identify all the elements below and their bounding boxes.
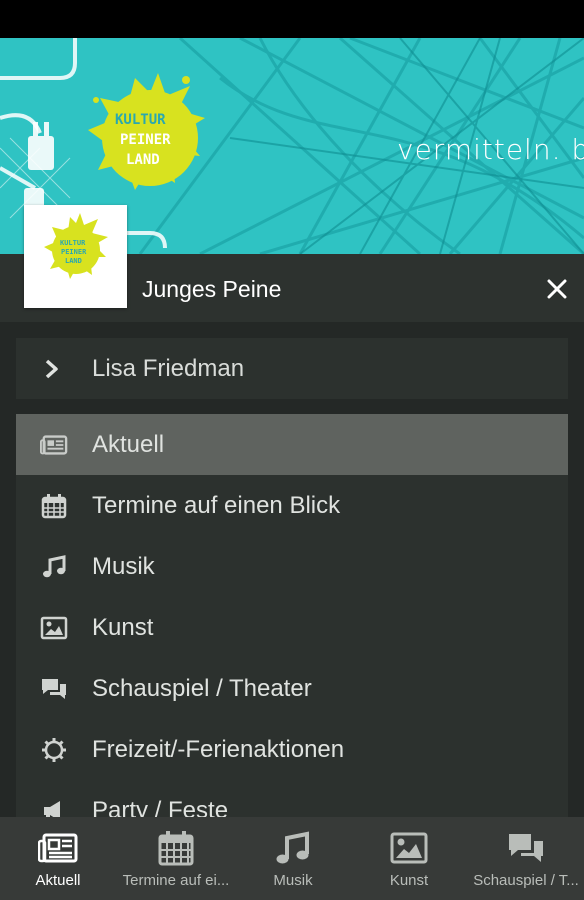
avatar: KULTUR PEINER LAND: [24, 205, 127, 308]
picture-icon: [40, 615, 68, 641]
menu-item-label: Schauspiel / Theater: [92, 675, 312, 702]
tab-label: Musik: [273, 872, 313, 889]
user-name: Lisa Friedman: [92, 355, 245, 382]
bottom-navigation: Aktuell Termine auf ei... Musik Kunst Sc…: [0, 817, 584, 900]
drawer-menu: Aktuell Termine auf einen Blick Musik Ku…: [16, 414, 568, 817]
tab-label: Termine auf ei...: [122, 872, 230, 889]
tab-termine[interactable]: Termine auf ei...: [116, 817, 236, 900]
menu-item-aktuell[interactable]: Aktuell: [16, 414, 568, 475]
logo-text-line3: LAND: [126, 152, 160, 168]
music-note-icon: [40, 554, 68, 580]
music-note-icon: [236, 829, 350, 867]
menu-item-label: Party / Feste: [92, 797, 229, 817]
chat-bubbles-icon: [40, 676, 68, 702]
tab-schauspiel[interactable]: Schauspiel / T...: [468, 817, 584, 900]
calendar-icon: [40, 493, 68, 519]
menu-item-musik[interactable]: Musik: [16, 536, 568, 597]
gear-icon: [40, 737, 68, 763]
tab-label: Schauspiel / T...: [473, 872, 579, 889]
menu-item-label: Kunst: [92, 614, 154, 641]
menu-item-kunst[interactable]: Kunst: [16, 597, 568, 658]
status-bar: [0, 0, 584, 38]
menu-item-freizeit[interactable]: Freizeit/-Ferienaktionen: [16, 719, 568, 780]
tab-aktuell[interactable]: Aktuell: [0, 817, 116, 900]
tab-label: Aktuell: [35, 872, 81, 889]
banner-slogan: vermitteln. b: [397, 133, 584, 166]
menu-item-label: Freizeit/-Ferienaktionen: [92, 736, 345, 763]
close-button[interactable]: [540, 272, 574, 306]
tab-musik[interactable]: Musik: [236, 817, 350, 900]
menu-item-party[interactable]: Party / Feste: [16, 780, 568, 817]
logo-text-line2: PEINER: [120, 132, 171, 148]
newspaper-icon: [0, 829, 116, 867]
menu-item-schauspiel[interactable]: Schauspiel / Theater: [16, 658, 568, 719]
tab-kunst[interactable]: Kunst: [350, 817, 468, 900]
calendar-icon: [116, 829, 236, 867]
newspaper-icon: [40, 432, 68, 458]
picture-icon: [350, 829, 468, 867]
user-account-row[interactable]: Lisa Friedman: [16, 338, 568, 399]
bullhorn-icon: [40, 798, 68, 817]
svg-text:LAND: LAND: [65, 257, 82, 265]
menu-item-label: Aktuell: [92, 431, 165, 458]
chat-bubbles-icon: [468, 829, 584, 867]
svg-text:KULTUR: KULTUR: [60, 239, 86, 247]
chevron-right-icon: [44, 359, 60, 384]
logo-text-line1: KULTUR: [115, 112, 166, 128]
menu-item-termine[interactable]: Termine auf einen Blick: [16, 475, 568, 536]
tab-label: Kunst: [389, 872, 429, 889]
menu-item-label: Musik: [92, 553, 155, 580]
close-icon: [547, 279, 567, 299]
page-title: Junges Peine: [142, 276, 282, 302]
menu-item-label: Termine auf einen Blick: [92, 492, 341, 519]
navigation-drawer: Lisa Friedman Aktuell Termine auf einen …: [0, 322, 584, 817]
svg-text:PEINER: PEINER: [61, 248, 87, 256]
